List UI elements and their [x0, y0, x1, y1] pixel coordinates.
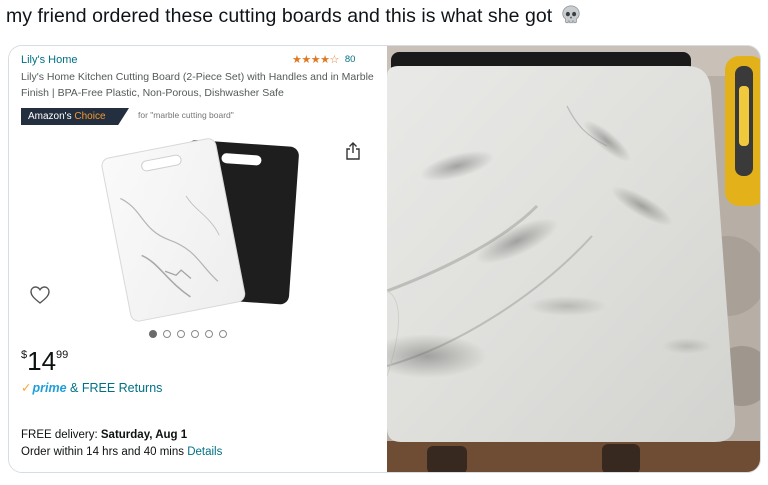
order-within: Order within 14 hrs and 40 mins — [21, 446, 184, 458]
carousel-dot[interactable] — [149, 330, 157, 338]
details-link[interactable]: Details — [187, 446, 222, 458]
prime-returns: ✓prime & FREE Returns — [21, 380, 162, 395]
order-within-line: Order within 14 hrs and 40 mins Details — [21, 444, 222, 461]
rating-count: 80 — [344, 54, 356, 65]
carousel-dot[interactable] — [219, 330, 227, 338]
delivery-date: Saturday, Aug 1 — [100, 429, 188, 441]
prime-check-icon: ✓ — [21, 381, 32, 395]
brand-link[interactable]: Lily's Home — [21, 54, 78, 66]
free-returns-link[interactable]: & FREE Returns — [70, 381, 162, 395]
carousel-dot[interactable] — [177, 330, 185, 338]
price-whole: 14 — [27, 346, 57, 376]
rating[interactable]: ★★★★☆ 80 — [292, 53, 355, 66]
tweet-text-content: my friend ordered these cutting boards a… — [6, 5, 553, 27]
delivery-info: FREE delivery: Saturday, Aug 1 Order wit… — [21, 427, 222, 461]
heart-icon[interactable] — [29, 285, 51, 305]
product-title: Lily's Home Kitchen Cutting Board (2-Pie… — [21, 71, 374, 99]
badge-for-query: for "marble cutting board" — [138, 110, 234, 120]
tweet-photo[interactable]: Lily's Home ★★★★☆ 80 Lily's Home Kitchen… — [8, 45, 761, 473]
badge-choice: Choice — [74, 111, 106, 122]
star-icon: ★★★★☆ — [292, 54, 339, 66]
badge-amazons: Amazon's — [28, 111, 72, 122]
price-fraction: 99 — [56, 349, 69, 361]
prime-label: prime — [32, 381, 67, 395]
carousel-dot[interactable] — [191, 330, 199, 338]
tweet-text: my friend ordered these cutting boards a… — [6, 4, 582, 28]
image-carousel-dots[interactable] — [149, 330, 227, 338]
carousel-dot[interactable] — [205, 330, 213, 338]
price: $1499 — [21, 346, 68, 377]
amazons-choice-badge: Amazon's Choice — [21, 108, 129, 125]
delivery-line: FREE delivery: Saturday, Aug 1 — [21, 427, 222, 444]
delivery-prefix: FREE delivery: — [21, 429, 98, 441]
received-board-photo — [387, 46, 760, 472]
product-image[interactable] — [99, 128, 299, 328]
tape-measure-icon — [725, 56, 760, 206]
carousel-dot[interactable] — [163, 330, 171, 338]
share-icon[interactable] — [345, 142, 361, 160]
prime-logo: ✓prime — [21, 381, 67, 395]
amazon-listing-screenshot: Lily's Home ★★★★☆ 80 Lily's Home Kitchen… — [9, 46, 387, 472]
skull-emoji-icon — [562, 5, 580, 24]
